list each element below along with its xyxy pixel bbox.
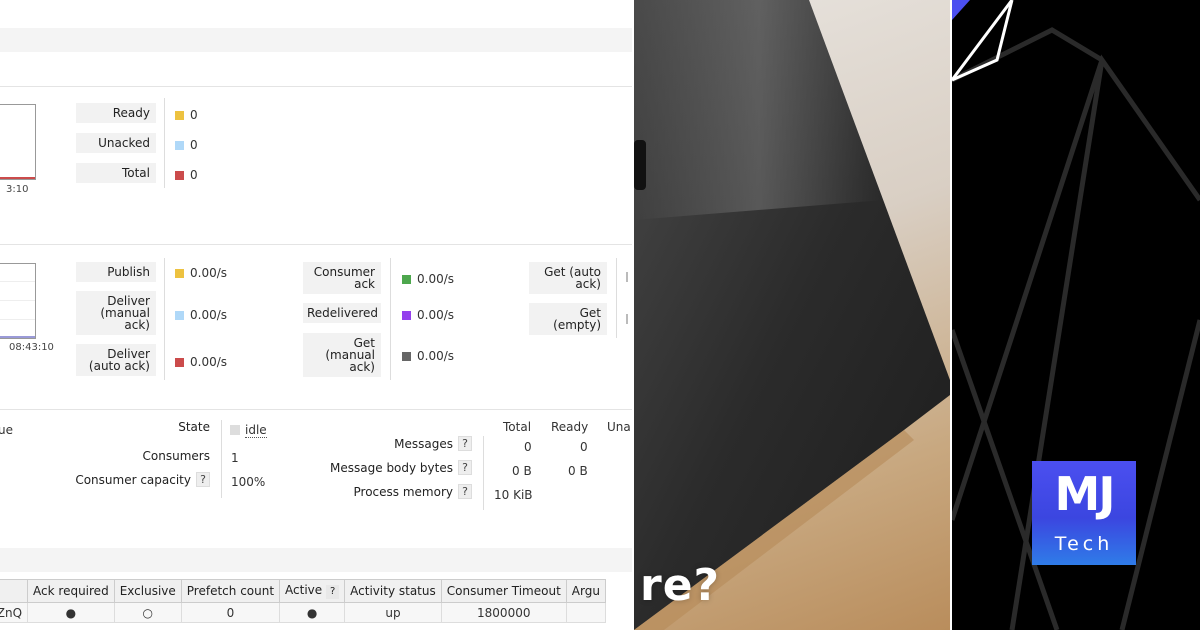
rate-value-deliver-auto-ack: 0.00/s <box>175 355 227 369</box>
queued-messages-chart <box>0 104 36 180</box>
rate-label-get-auto-ack: Get (auto ack) <box>529 262 607 294</box>
legend-value-total: 0 <box>175 168 198 182</box>
divider <box>221 420 222 498</box>
legend-label-unacked: Unacked <box>76 133 156 153</box>
mj-tech-logo: MJ Tech <box>1032 461 1136 565</box>
rate-label-consumer-ack: Consumer ack <box>303 262 381 294</box>
chart-series-line <box>0 336 35 338</box>
rate-value-get-manual-ack: 0.00/s <box>402 349 454 363</box>
stats-messages-total: 0 <box>524 440 532 454</box>
chart-time-tick: 3:10 <box>6 184 29 195</box>
stats-header-total: Total <box>503 420 532 434</box>
divider <box>0 244 632 245</box>
consumer-tag-cell[interactable]: 0K37ZnQ <box>0 602 29 623</box>
laptop-port <box>634 140 646 190</box>
table-cell: ○ <box>113 602 182 623</box>
table-cell: up <box>344 602 442 623</box>
divider <box>483 436 484 510</box>
section-header-bar <box>0 548 632 572</box>
help-icon[interactable]: ? <box>196 472 210 487</box>
rate-value-consumer-ack: 0.00/s <box>402 272 454 286</box>
rabbitmq-queue-panel: 3:10 Ready 0 Unacked 0 Total 0 08:43:10 … <box>0 0 632 630</box>
legend-value-ready: 0 <box>175 108 198 122</box>
consumer-capacity-label: Consumer capacity ? <box>40 472 210 487</box>
rate-label-publish: Publish <box>76 262 156 282</box>
table-row: 0K37ZnQ ● ○ 0 ● up 1800000 <box>0 602 606 623</box>
rate-value-deliver-manual-ack: 0.00/s <box>175 308 227 322</box>
photo-overlay-text: re? <box>640 560 721 611</box>
table-cell: ● <box>27 602 115 623</box>
column-header[interactable]: Exclusive <box>113 579 182 603</box>
table-cell: 1800000 <box>440 602 567 623</box>
stats-bytes-ready: 0 B <box>568 464 588 478</box>
column-header[interactable]: Active? <box>279 579 346 603</box>
consumer-capacity-value: 100% <box>231 475 266 489</box>
stats-header-unacked: Una <box>607 420 631 434</box>
help-icon[interactable]: ? <box>458 460 472 475</box>
stats-messages-ready: 0 <box>580 440 588 454</box>
consumers-value: 1 <box>231 451 239 465</box>
help-icon[interactable]: ? <box>458 484 472 499</box>
column-header[interactable]: Prefetch count <box>180 579 281 603</box>
state-label: State <box>178 420 210 434</box>
partial-label: ue <box>0 423 13 437</box>
divider <box>390 258 391 380</box>
swatch <box>175 140 184 150</box>
message-rates-chart <box>0 263 36 339</box>
stats-label-message-body-bytes: Message body bytes ? <box>300 460 472 475</box>
column-header[interactable] <box>0 579 29 603</box>
swatch <box>175 170 184 180</box>
table-cell: 0 <box>180 602 281 623</box>
divider <box>0 409 632 410</box>
state-swatch <box>230 425 240 435</box>
rate-label-deliver-auto-ack: Deliver (auto ack) <box>76 344 156 376</box>
rate-label-redelivered: Redelivered <box>303 303 381 323</box>
state-value[interactable]: idle <box>230 423 267 438</box>
legend-value-unacked: 0 <box>175 138 198 152</box>
table-cell <box>565 602 606 623</box>
rate-label-get-empty: Get (empty) <box>529 303 607 335</box>
rate-value-publish: 0.00/s <box>175 266 227 280</box>
table-cell: ● <box>279 602 346 623</box>
divider <box>164 98 165 188</box>
brand-panel: MJ Tech <box>952 0 1200 630</box>
rate-label-get-manual-ack: Get (manual ack) <box>303 333 381 377</box>
divider <box>164 258 165 380</box>
section-header-bar <box>0 28 632 52</box>
column-header[interactable]: Argu <box>565 579 606 603</box>
legend-label-ready: Ready <box>76 103 156 123</box>
column-header[interactable]: Activity status <box>344 579 442 603</box>
help-icon[interactable]: ? <box>326 585 340 599</box>
logo-tech-text: Tech <box>1054 533 1114 555</box>
consumers-label: Consumers <box>142 449 210 463</box>
stats-header-ready: Ready <box>551 420 589 434</box>
column-header[interactable]: Ack required <box>27 579 115 603</box>
consumers-table: Ack required Exclusive Prefetch count Ac… <box>0 579 606 623</box>
stats-label-messages: Messages ? <box>300 436 472 451</box>
laptop-illustration <box>634 0 950 630</box>
logo-mj-text: MJ <box>1054 467 1116 521</box>
stats-label-process-memory: Process memory ? <box>300 484 472 499</box>
chart-time-tick: 08:43:10 <box>9 342 54 353</box>
stats-memory-total: 10 KiB <box>494 488 533 502</box>
help-icon[interactable]: ? <box>458 436 472 451</box>
divider <box>0 86 632 87</box>
table-header-row: Ack required Exclusive Prefetch count Ac… <box>0 579 606 603</box>
column-header[interactable]: Consumer Timeout <box>440 579 567 603</box>
divider <box>616 258 617 338</box>
legend-label-total: Total <box>76 163 156 183</box>
rate-value-redelivered: 0.00/s <box>402 308 454 322</box>
swatch <box>175 110 184 120</box>
stats-bytes-total: 0 B <box>512 464 532 478</box>
rate-label-deliver-manual-ack: Deliver (manual ack) <box>76 291 156 335</box>
laptop-photo: re? <box>634 0 950 630</box>
chart-series-line <box>0 177 35 179</box>
